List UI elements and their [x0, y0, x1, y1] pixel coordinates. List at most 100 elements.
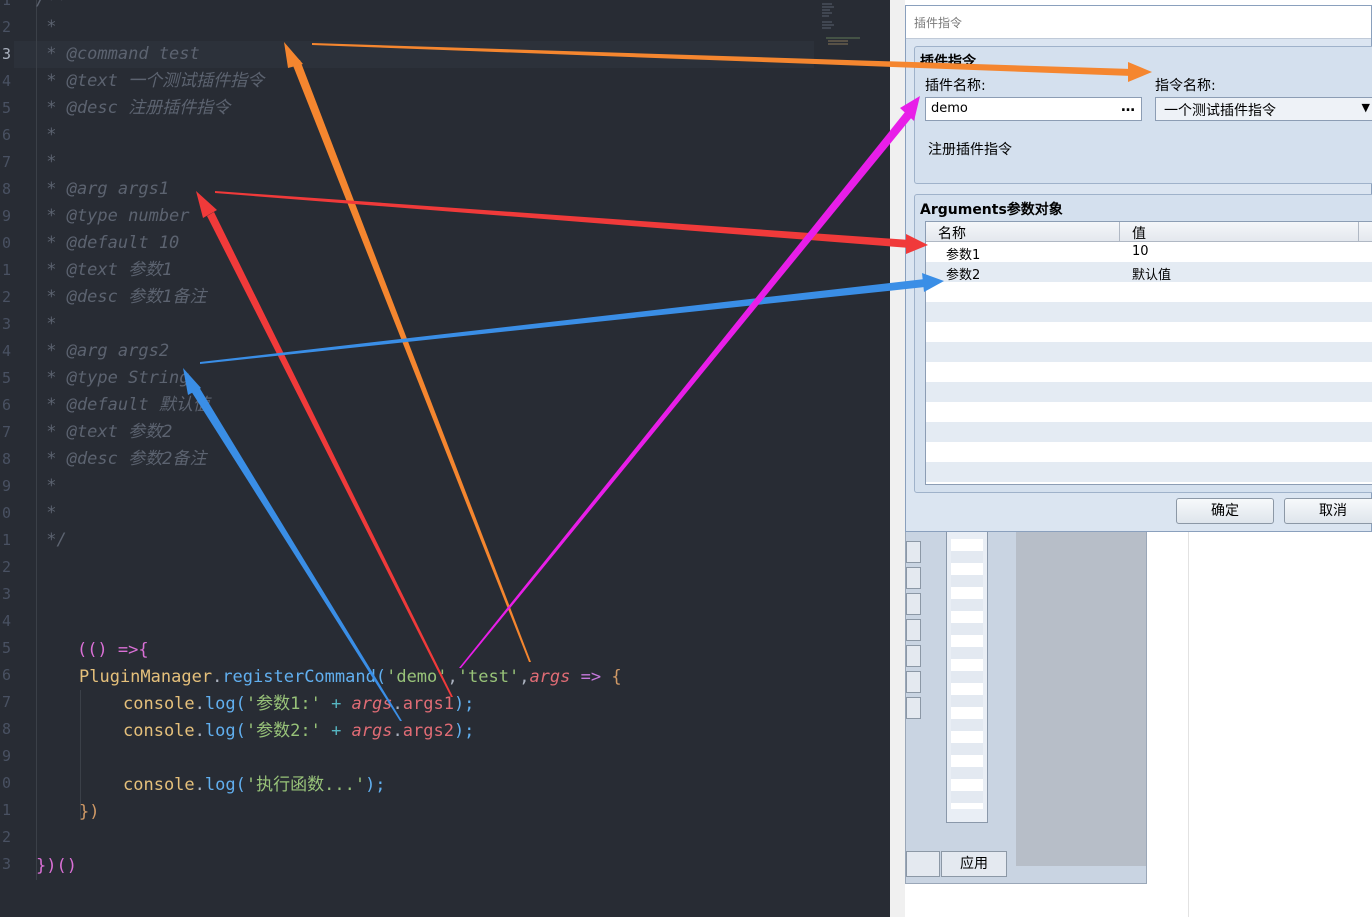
background-button[interactable] — [906, 567, 921, 589]
line-number: 3 — [1, 315, 11, 333]
token-end: ); — [453, 721, 475, 741]
line-number: 9 — [1, 747, 11, 765]
comment-line: * — [36, 314, 57, 334]
comment-line: * @text 参数2 — [36, 422, 173, 442]
token-string: '参数2:' — [245, 721, 321, 741]
background-left-button[interactable] — [906, 851, 940, 877]
divider — [1188, 532, 1189, 917]
group-title: 插件指令 — [920, 54, 976, 70]
line-number: 1 — [1, 0, 11, 9]
table-row-empty[interactable] — [926, 422, 1372, 442]
line-number: 3 — [1, 585, 11, 603]
background-button[interactable] — [906, 645, 921, 667]
line-number: 1 — [1, 261, 11, 279]
table-row-empty[interactable] — [926, 382, 1372, 402]
table-row[interactable]: 参数1 10 — [926, 242, 1372, 263]
token-comma: , — [447, 667, 458, 687]
line-number: 3 — [1, 855, 11, 873]
token-operator: + — [320, 721, 352, 741]
code-editor[interactable]: 1 2 3 4 5 6 7 8 9 0 1 2 3 4 5 6 7 8 9 0 1 2 3 4 5 6 7 8 9 0 1 2 3 /** * … — [0, 0, 905, 917]
code-line-close-callback[interactable]: }) — [79, 799, 99, 826]
comment-line: * @type String — [36, 368, 190, 388]
token-dot: . — [194, 775, 205, 795]
comment-line: * @text 参数1 — [36, 260, 173, 280]
background-button[interactable] — [906, 541, 921, 563]
table-row-empty[interactable] — [926, 302, 1372, 322]
line-number: 2 — [1, 288, 11, 306]
apply-button[interactable]: 应用 — [941, 851, 1007, 877]
line-number: 8 — [1, 450, 11, 468]
line-number: 6 — [1, 666, 11, 684]
comment-line: */ — [36, 530, 67, 550]
command-name-value: 一个测试插件指令 — [1164, 103, 1276, 119]
token-object: console — [123, 775, 195, 795]
arguments-group: Arguments参数对象 名称 值 参数1 10 参数2 默认值 — [914, 194, 1372, 493]
code-line-log-args2[interactable]: console.log('参数2:' + args.args2); — [123, 718, 474, 745]
editor-scrollbar[interactable] — [890, 0, 905, 917]
table-row[interactable]: 参数2 默认值 — [926, 262, 1372, 283]
command-name-label: 指令名称: — [1155, 78, 1216, 94]
token-paren: ( — [235, 775, 246, 795]
token-comma: , — [519, 667, 530, 687]
background-button[interactable] — [906, 593, 921, 615]
table-row-empty[interactable] — [926, 442, 1372, 462]
ok-button[interactable]: 确定 — [1176, 498, 1274, 524]
token-paren: ( — [235, 721, 246, 741]
code-line-register-command[interactable]: PluginManager.registerCommand('demo','te… — [79, 664, 622, 691]
iife-open: (() =>{ — [76, 640, 149, 660]
token-end: ); — [453, 694, 475, 714]
table-row-empty[interactable] — [926, 462, 1372, 482]
column-separator[interactable] — [1358, 222, 1359, 241]
code-line-log-args1[interactable]: console.log('参数1:' + args.args1); — [123, 691, 474, 718]
token-paren: ( — [375, 667, 387, 687]
plugin-name-value: demo — [931, 101, 968, 116]
comment-line: * @default 10 — [36, 233, 180, 253]
table-row-empty[interactable] — [926, 402, 1372, 422]
line-number: 0 — [1, 234, 11, 252]
code-line-iife-close[interactable]: })() — [36, 853, 77, 880]
arg-value: 10 — [1132, 244, 1149, 259]
line-number: 4 — [1, 342, 11, 360]
comment-line: * @desc 参数1备注 — [36, 287, 207, 307]
line-number: 3 — [1, 45, 11, 63]
background-button[interactable] — [906, 619, 921, 641]
background-button[interactable] — [906, 697, 921, 719]
code-line-iife-open[interactable]: (() =>{ — [36, 610, 149, 660]
line-number: 6 — [1, 396, 11, 414]
table-row-empty[interactable] — [926, 342, 1372, 362]
line-number: 2 — [1, 18, 11, 36]
minimap[interactable] — [820, 2, 880, 52]
column-header-value[interactable]: 值 — [1132, 223, 1146, 243]
table-row-empty[interactable] — [926, 282, 1372, 302]
plugin-command-dialog: 插件指令 插件指令 插件名称: 指令名称: demo … 一个测试插件指令 ▼ … — [905, 5, 1372, 532]
comment-line: * @text 一个测试插件指令 — [36, 71, 265, 91]
background-button[interactable] — [906, 671, 921, 693]
comment-line: * @desc 注册插件指令 — [36, 98, 231, 118]
line-number: 9 — [1, 477, 11, 495]
command-name-select[interactable]: 一个测试插件指令 ▼ — [1155, 97, 1372, 121]
line-number: 7 — [1, 153, 11, 171]
comment-line: * @type number — [36, 206, 190, 226]
plugin-name-field[interactable]: demo … — [925, 97, 1142, 121]
line-number-gutter: 1 2 3 4 5 6 7 8 9 0 1 2 3 4 5 6 7 8 9 0 1 2 3 4 5 6 7 8 9 0 1 2 3 — [0, 0, 14, 917]
line-number: 2 — [1, 828, 11, 846]
table-row-empty[interactable] — [926, 362, 1372, 382]
browse-button[interactable]: … — [1121, 99, 1135, 115]
arguments-table[interactable]: 名称 值 参数1 10 参数2 默认值 — [925, 221, 1372, 485]
background-list[interactable] — [951, 539, 983, 809]
column-header-name[interactable]: 名称 — [938, 223, 966, 243]
code-line-log-exec[interactable]: console.log('执行函数...'); — [123, 772, 386, 799]
line-number: 7 — [1, 693, 11, 711]
token-property: args2 — [402, 721, 454, 741]
cancel-button[interactable]: 取消 — [1284, 498, 1372, 524]
dialog-titlebar[interactable]: 插件指令 — [906, 6, 1371, 39]
comment-line: * — [36, 476, 57, 496]
table-row-empty[interactable] — [926, 322, 1372, 342]
comment-line: /** — [36, 0, 67, 10]
comment-line: * — [36, 503, 57, 523]
token-end: ); — [365, 775, 386, 795]
plugin-name-label: 插件名称: — [925, 78, 986, 94]
column-separator[interactable] — [1119, 222, 1120, 241]
line-number: 0 — [1, 774, 11, 792]
comment-line: * @desc 参数2备注 — [36, 449, 207, 469]
